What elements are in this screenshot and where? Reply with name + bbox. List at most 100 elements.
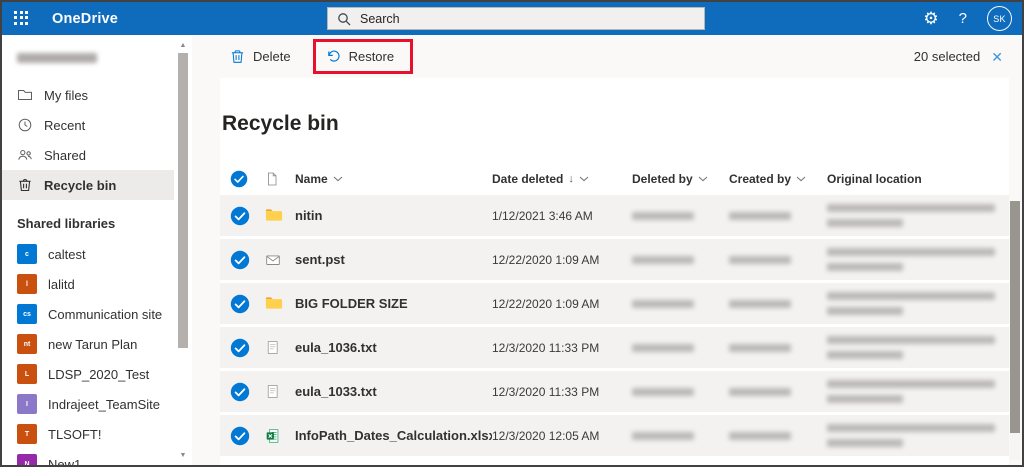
restore-label: Restore xyxy=(348,49,395,64)
created-by-redacted xyxy=(729,299,791,308)
list-scrollbar[interactable] xyxy=(1010,201,1020,460)
file-name[interactable]: sent.pst xyxy=(295,252,492,267)
sidebar-library-caltest[interactable]: c caltest xyxy=(2,239,174,269)
deleted-by-redacted xyxy=(632,343,694,352)
clear-selection-icon[interactable]: ✕ xyxy=(991,50,1003,64)
file-type-column-icon[interactable] xyxy=(264,171,280,187)
column-header-deleted-by[interactable]: Deleted by xyxy=(632,172,729,186)
settings-gear-icon[interactable]: ⚙ xyxy=(923,10,938,27)
restore-button[interactable]: Restore xyxy=(318,43,403,70)
text-file-icon xyxy=(260,339,295,356)
deleted-by-redacted xyxy=(632,211,694,220)
created-by-redacted xyxy=(729,431,791,440)
sidebar-library-new-tarun-plan[interactable]: nt new Tarun Plan xyxy=(2,329,174,359)
sidebar: My files Recent Shared Recycle bin Share… xyxy=(2,35,192,465)
date-deleted-value: 1/12/2021 3:46 AM xyxy=(492,208,593,223)
selected-check-icon[interactable] xyxy=(230,294,250,314)
select-all-check-icon[interactable] xyxy=(230,170,248,188)
sidebar-item-recent[interactable]: Recent xyxy=(2,110,174,140)
sidebar-item-shared[interactable]: Shared xyxy=(2,140,174,170)
folder-file-icon xyxy=(260,294,295,313)
page-title: Recycle bin xyxy=(222,112,339,135)
original-location-redacted xyxy=(827,424,1009,447)
sidebar-scrollbar-thumb[interactable] xyxy=(178,53,188,348)
created-by-redacted xyxy=(729,387,791,396)
sidebar-library-tlsoft-[interactable]: T TLSOFT! xyxy=(2,419,174,449)
table-row[interactable]: eula_1033.txt 12/3/2020 11:33 PM xyxy=(220,371,1009,412)
site-tile-icon: N xyxy=(17,454,37,465)
deleted-by-redacted xyxy=(632,299,694,308)
app-title[interactable]: OneDrive xyxy=(52,11,118,27)
chevron-down-icon xyxy=(333,176,343,182)
sidebar-item-my-files[interactable]: My files xyxy=(2,80,174,110)
table-row[interactable]: nitin 1/12/2021 3:46 AM xyxy=(220,195,1009,236)
chevron-down-icon xyxy=(698,176,708,182)
file-name[interactable]: BIG FOLDER SIZE xyxy=(295,296,492,311)
date-deleted-value: 12/3/2020 12:05 AM xyxy=(492,428,600,443)
created-by-redacted xyxy=(729,211,791,220)
app-launcher-icon[interactable] xyxy=(14,10,30,27)
site-tile-icon: L xyxy=(17,364,37,384)
clock-icon xyxy=(17,117,33,133)
table-row[interactable]: BIG FOLDER SIZE 12/22/2020 1:09 AM xyxy=(220,283,1009,324)
scroll-up-icon[interactable]: ▲ xyxy=(180,41,187,51)
delete-button[interactable]: Delete xyxy=(222,43,299,70)
recycle-bin-panel: Recycle bin Name Date deleted ↓ Deleted … xyxy=(220,78,1009,465)
column-header-name[interactable]: Name xyxy=(295,172,492,186)
search-placeholder: Search xyxy=(360,11,400,26)
selected-check-icon[interactable] xyxy=(230,382,250,402)
sort-descending-icon: ↓ xyxy=(568,173,574,185)
library-label: caltest xyxy=(48,246,86,262)
account-name-redacted xyxy=(17,53,97,63)
sidebar-scrollbar-track[interactable] xyxy=(178,51,188,451)
sidebar-library-communication-site[interactable]: cs Communication site xyxy=(2,299,174,329)
sidebar-library-new1[interactable]: N New1 xyxy=(2,449,174,467)
selected-check-icon[interactable] xyxy=(230,426,250,446)
library-label: lalitd xyxy=(48,276,75,292)
text-file-icon xyxy=(260,383,295,400)
shared-libraries-heading: Shared libraries xyxy=(17,216,116,231)
library-label: New1 xyxy=(48,456,82,467)
table-row[interactable]: sent.pst 12/22/2020 1:09 AM xyxy=(220,239,1009,280)
date-deleted-value: 12/22/2020 1:09 AM xyxy=(492,296,600,311)
sidebar-scrollbar[interactable]: ▲ ▼ xyxy=(178,41,188,461)
deleted-by-redacted xyxy=(632,387,694,396)
file-name[interactable]: eula_1036.txt xyxy=(295,340,492,355)
selected-check-icon[interactable] xyxy=(230,206,250,226)
column-header-date-deleted[interactable]: Date deleted ↓ xyxy=(492,172,632,186)
annotation-highlight-box: Restore xyxy=(312,39,414,74)
column-header-created-by[interactable]: Created by xyxy=(729,172,827,186)
sidebar-library-ldsp-2020-test[interactable]: L LDSP_2020_Test xyxy=(2,359,174,389)
email-file-icon xyxy=(260,251,295,269)
column-header-original-location[interactable]: Original location xyxy=(827,172,1009,186)
site-tile-icon: I xyxy=(17,394,37,414)
date-deleted-value: 12/22/2020 1:09 AM xyxy=(492,252,600,267)
main-content: Delete Restore 20 selected ✕ Recycle bin xyxy=(192,35,1022,465)
scroll-down-icon[interactable]: ▼ xyxy=(180,451,187,461)
help-icon[interactable]: ? xyxy=(959,10,967,27)
sidebar-library-lalitd[interactable]: l lalitd xyxy=(2,269,174,299)
created-by-redacted xyxy=(729,343,791,352)
sidebar-item-recycle-bin[interactable]: Recycle bin xyxy=(2,170,174,200)
site-tile-icon: nt xyxy=(17,334,37,354)
original-location-redacted xyxy=(827,248,1009,271)
sidebar-library-indrajeet-teamsite[interactable]: I Indrajeet_TeamSite xyxy=(2,389,174,419)
selected-check-icon[interactable] xyxy=(230,250,250,270)
table-row[interactable]: InfoPath_Dates_Calculation.xlsx 12/3/202… xyxy=(220,415,1009,456)
restore-undo-icon xyxy=(327,50,340,62)
avatar[interactable]: SK xyxy=(987,6,1012,31)
deleted-by-redacted xyxy=(632,431,694,440)
file-name[interactable]: nitin xyxy=(295,208,492,223)
file-name[interactable]: InfoPath_Dates_Calculation.xlsx xyxy=(295,428,492,443)
selected-check-icon[interactable] xyxy=(230,338,250,358)
search-box[interactable]: Search xyxy=(327,7,705,30)
library-label: TLSOFT! xyxy=(48,426,102,442)
library-label: LDSP_2020_Test xyxy=(48,366,150,382)
date-deleted-value: 12/3/2020 11:33 PM xyxy=(492,384,600,399)
delete-label: Delete xyxy=(253,49,291,64)
list-scrollbar-thumb[interactable] xyxy=(1010,201,1020,433)
deleted-by-redacted xyxy=(632,255,694,264)
folder-file-icon xyxy=(260,206,295,225)
table-row[interactable]: eula_1036.txt 12/3/2020 11:33 PM xyxy=(220,327,1009,368)
file-name[interactable]: eula_1033.txt xyxy=(295,384,492,399)
